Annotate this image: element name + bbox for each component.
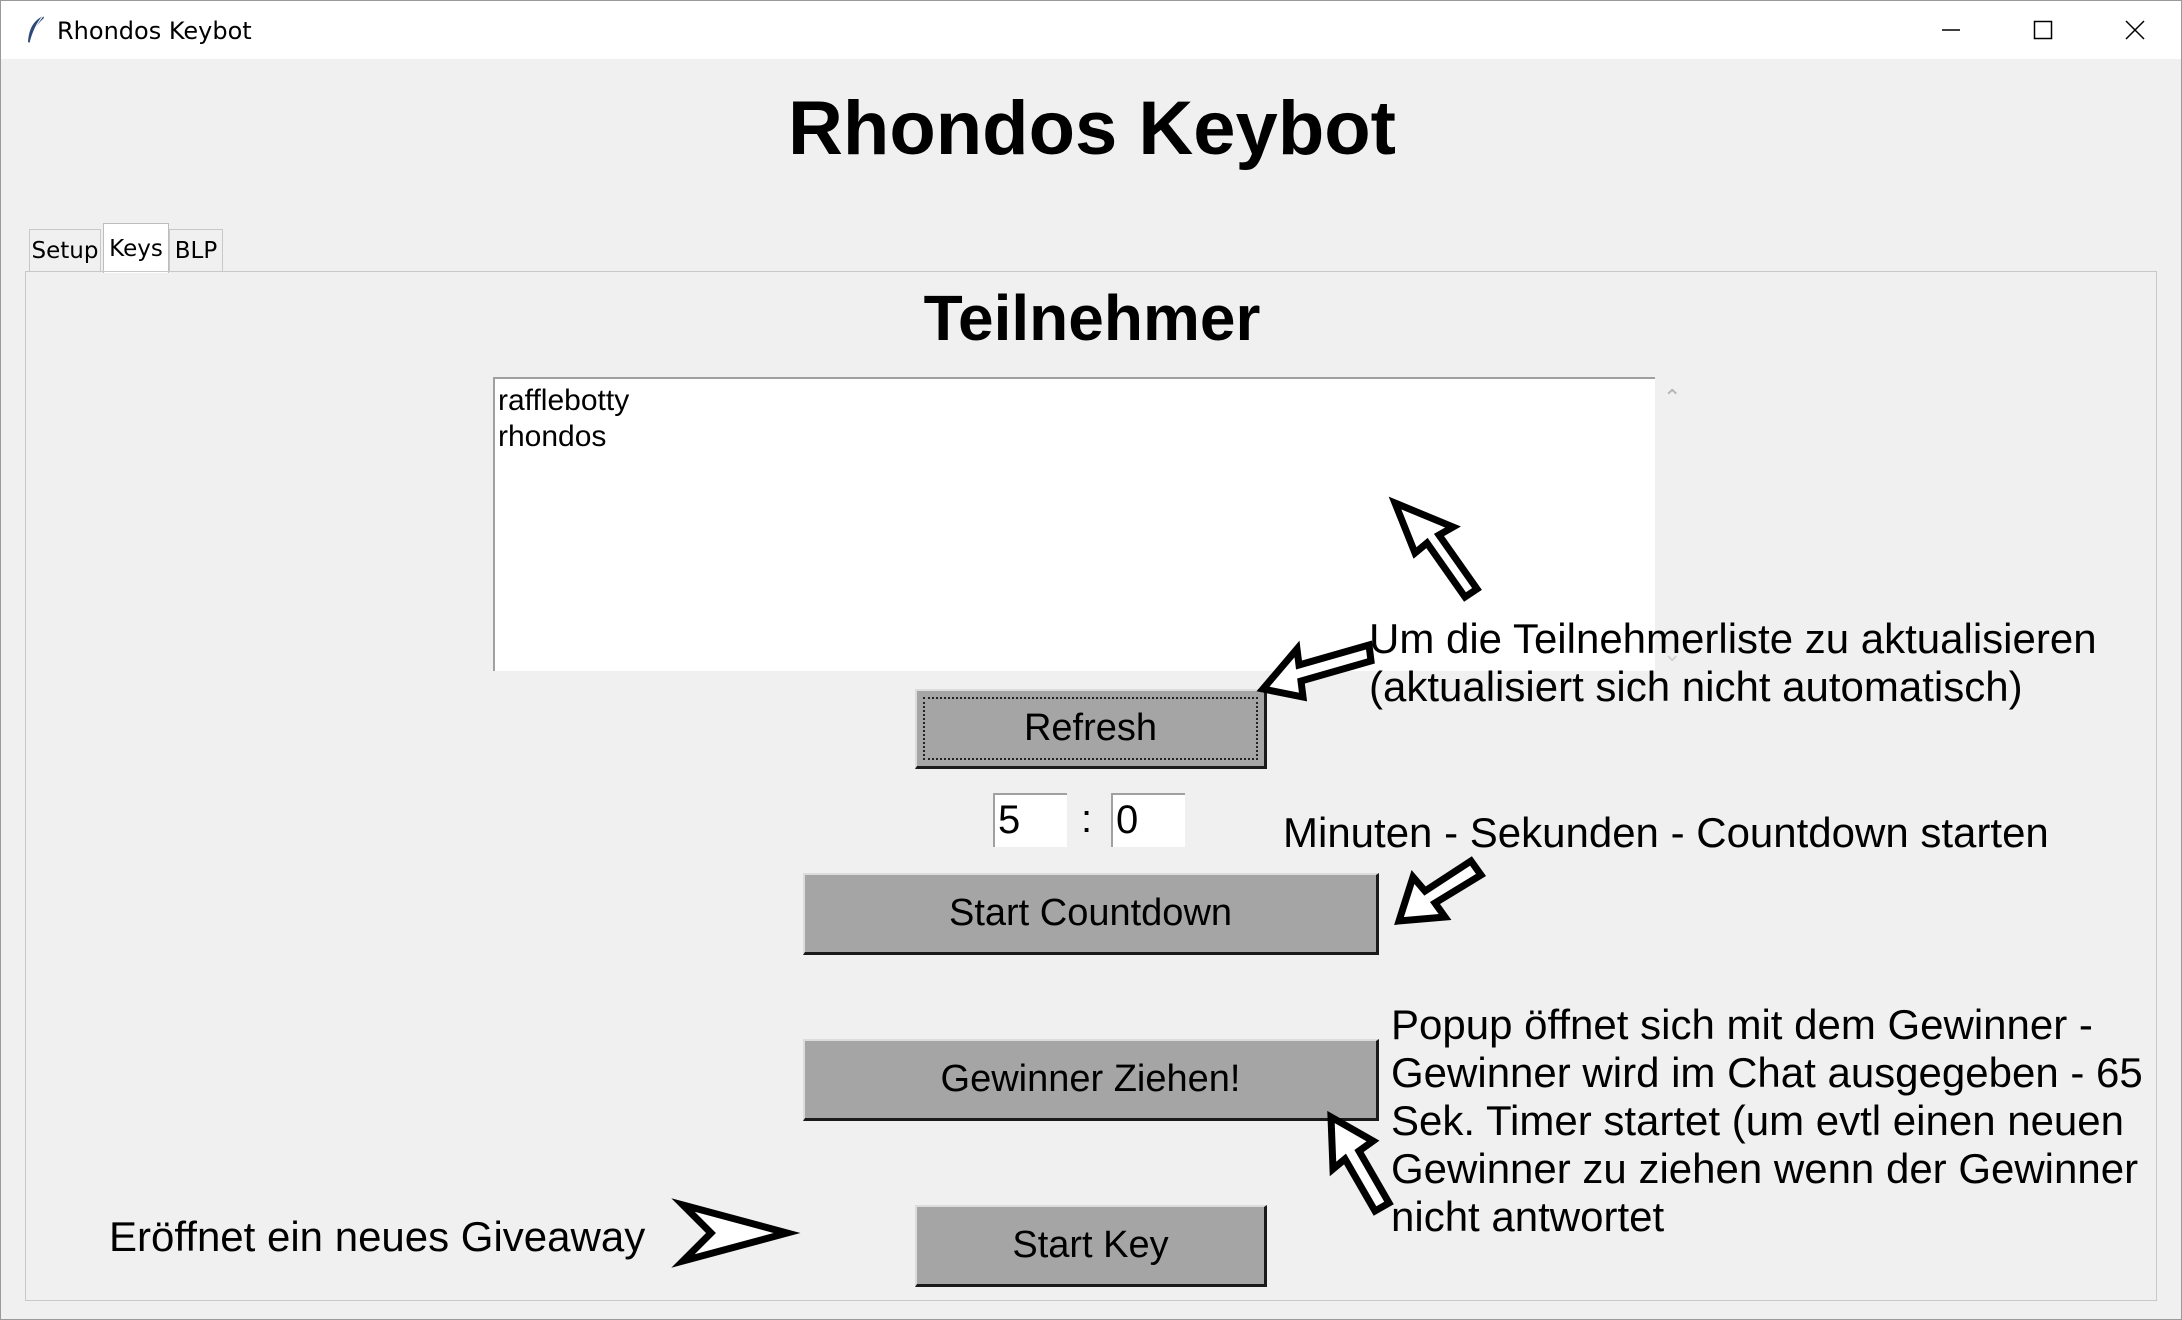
- refresh-button[interactable]: Refresh: [915, 689, 1267, 769]
- annotation-line: Sek. Timer startet (um evtl einen neuen: [1391, 1097, 2125, 1144]
- arrow-to-refresh-icon: [1256, 640, 1375, 702]
- maximize-button[interactable]: [1997, 1, 2089, 59]
- maximize-icon: [2033, 20, 2053, 40]
- start-countdown-label: Start Countdown: [948, 892, 1233, 934]
- arrow-to-draw-winner-icon: [1327, 1110, 1394, 1216]
- window-title: Rhondos Keybot: [57, 17, 252, 45]
- refresh-annotation: Um die Teilnehmerliste zu aktualisieren …: [1369, 615, 2097, 711]
- start-countdown-button[interactable]: Start Countdown: [803, 873, 1379, 955]
- giveaway-annotation: Eröffnet ein neues Giveaway: [109, 1213, 646, 1260]
- close-button[interactable]: [2089, 1, 2181, 59]
- annotation-line: (aktualisiert sich nicht automatisch): [1369, 663, 2023, 710]
- countdown-annotation: Minuten - Sekunden - Countdown starten: [1283, 809, 2049, 856]
- annotation-line: nicht antwortet: [1391, 1193, 1665, 1240]
- minimize-icon: [1942, 29, 1960, 31]
- scroll-up-icon[interactable]: ⌃: [1663, 385, 1681, 411]
- tab-setup[interactable]: Setup: [29, 229, 101, 271]
- app-heading: Rhondos Keybot: [788, 86, 1396, 171]
- winner-annotation: Popup öffnet sich mit dem Gewinner - Gew…: [1391, 1001, 2143, 1241]
- arrow-to-start-key-icon: [671, 1198, 801, 1268]
- annotation-line: Gewinner zu ziehen wenn der Gewinner: [1391, 1145, 2139, 1192]
- close-icon: [2125, 20, 2145, 40]
- feather-icon: [28, 15, 44, 44]
- draw-winner-button[interactable]: Gewinner Ziehen!: [803, 1039, 1379, 1121]
- arrow-to-countdown-icon: [1394, 856, 1487, 925]
- tab-blp[interactable]: BLP: [169, 229, 223, 271]
- arrow-to-list-icon: [1388, 496, 1482, 602]
- annotation-line: Gewinner wird im Chat ausgegeben - 65: [1391, 1049, 2143, 1096]
- focus-ring: [923, 697, 1258, 760]
- title-bar[interactable]: Rhondos Keybot: [1, 1, 2181, 59]
- start-key-label: Start Key: [1012, 1224, 1169, 1266]
- section-title: Teilnehmer: [923, 282, 1261, 354]
- minimize-button[interactable]: [1905, 1, 1997, 59]
- start-key-button[interactable]: Start Key: [915, 1205, 1267, 1287]
- seconds-input[interactable]: 0: [1111, 793, 1185, 847]
- minutes-input[interactable]: 5: [993, 793, 1067, 847]
- app-window: Rhondos Keybot Rhondos Keybot Setup Keys…: [0, 0, 2182, 1320]
- tab-keys[interactable]: Keys: [103, 223, 169, 273]
- time-separator: :: [1081, 797, 1093, 841]
- list-item[interactable]: rafflebotty: [498, 383, 1652, 419]
- annotation-line: Popup öffnet sich mit dem Gewinner -: [1391, 1001, 2093, 1048]
- annotation-line: Um die Teilnehmerliste zu aktualisieren: [1369, 615, 2097, 662]
- list-item[interactable]: rhondos: [498, 419, 1652, 455]
- draw-winner-label: Gewinner Ziehen!: [940, 1058, 1241, 1100]
